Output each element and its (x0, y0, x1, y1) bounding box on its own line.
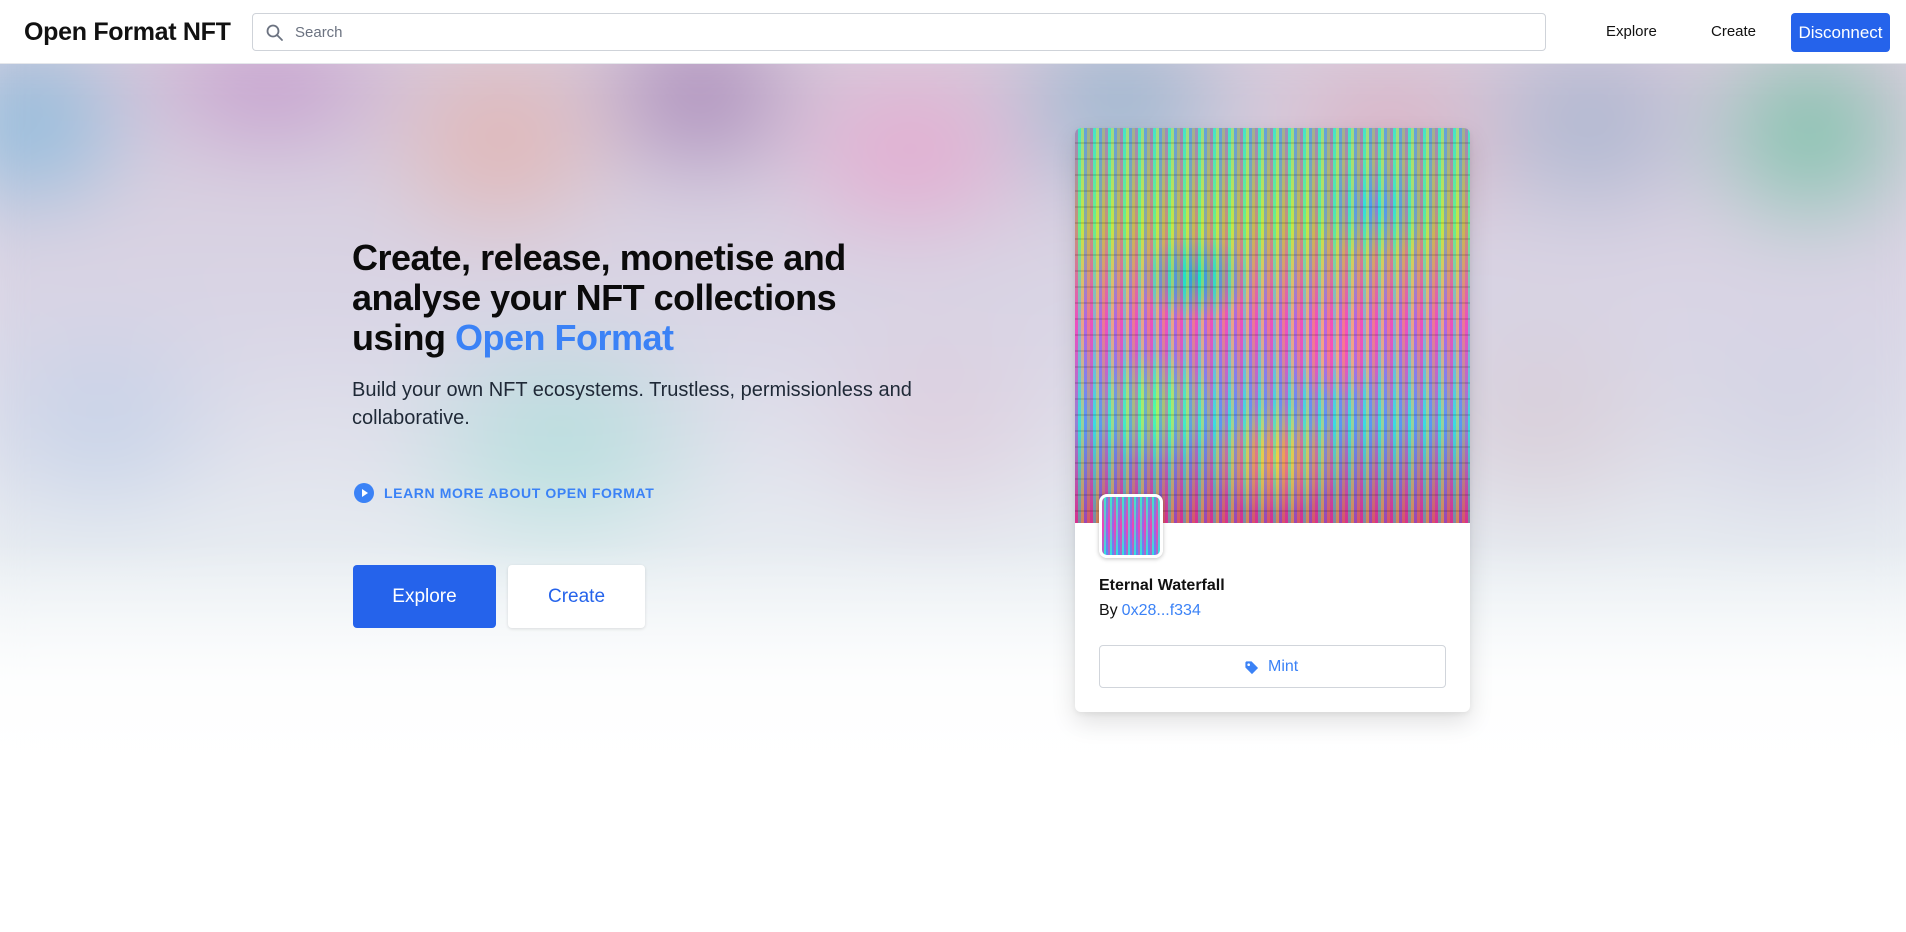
learn-more-label: LEARN MORE ABOUT OPEN FORMAT (384, 485, 655, 501)
hero-create-button[interactable]: Create (508, 565, 645, 628)
nft-thumbnail-avatar (1099, 494, 1163, 558)
search-icon (266, 24, 283, 41)
search-box[interactable] (252, 13, 1546, 51)
nav-create-link[interactable]: Create (1711, 20, 1756, 44)
hero-subtitle: Build your own NFT ecosystems. Trustless… (352, 379, 912, 429)
brand-logo-text[interactable]: Open Format NFT (24, 16, 231, 48)
play-circle-icon (354, 483, 374, 503)
hero-section: Create, release, monetise and analyse yo… (0, 64, 1906, 932)
disconnect-button[interactable]: Disconnect (1791, 13, 1890, 52)
nft-by-prefix: By (1099, 602, 1118, 619)
mint-label: Mint (1268, 658, 1299, 675)
nft-artwork-overlay (1075, 128, 1470, 523)
nft-card[interactable]: Eternal Waterfall By 0x28...f334 Mint (1075, 128, 1470, 712)
nav-explore-link[interactable]: Explore (1606, 20, 1657, 44)
hero-headline-accent: Open Format (455, 317, 674, 358)
nft-title: Eternal Waterfall (1099, 577, 1225, 594)
nft-creator-address-link[interactable]: 0x28...f334 (1122, 602, 1201, 619)
tag-icon (1245, 661, 1259, 675)
top-navigation-bar: Open Format NFT Explore Create Disconnec… (0, 0, 1906, 64)
mint-button[interactable]: Mint (1099, 645, 1446, 688)
search-input[interactable] (293, 14, 1533, 50)
hero-explore-button[interactable]: Explore (353, 565, 496, 628)
hero-background-fade (0, 544, 1906, 932)
nft-creator-line: By 0x28...f334 (1099, 600, 1201, 622)
hero-headline: Create, release, monetise and analyse yo… (352, 238, 912, 358)
